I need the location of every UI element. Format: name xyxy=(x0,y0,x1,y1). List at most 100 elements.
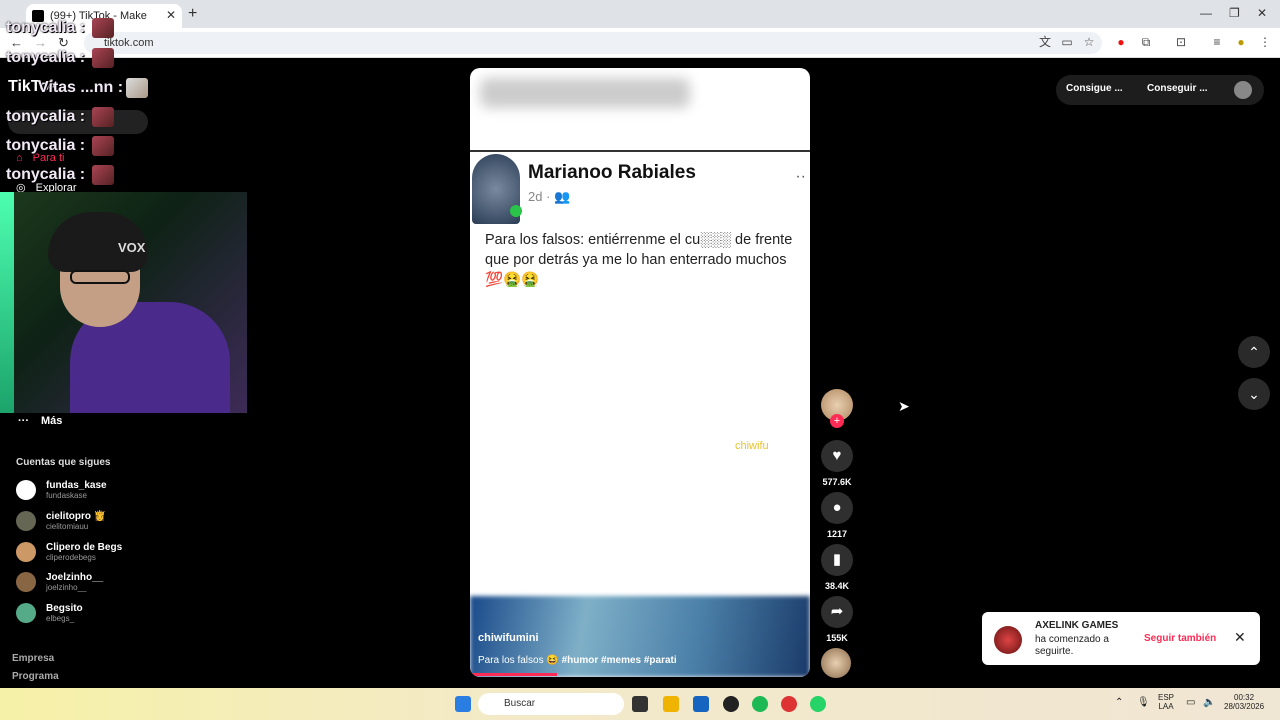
mouse-cursor-icon: ➤ xyxy=(898,398,910,414)
chat-line: tonycalia : xyxy=(6,19,86,36)
lang-indicator[interactable]: ESP LAA xyxy=(1158,693,1174,711)
chat-line: tonycalia : xyxy=(6,137,86,154)
chat-line: tonycalia : xyxy=(6,49,86,66)
cat-emote-icon xyxy=(126,78,148,98)
close-tab-icon[interactable]: ✕ xyxy=(166,8,176,22)
close-window-button[interactable]: ✕ xyxy=(1257,6,1267,20)
obs-icon[interactable] xyxy=(723,696,739,712)
avatar xyxy=(16,480,36,500)
like-button[interactable]: ♥ xyxy=(821,440,853,472)
network-icon[interactable]: ▭ xyxy=(1186,697,1195,708)
minimize-button[interactable]: — xyxy=(1200,6,1212,20)
forward-button[interactable]: → xyxy=(34,35,47,50)
browser-tabbar: (99+) TikTok - Make Your D ✕ + — ❐ ✕ xyxy=(0,0,1280,28)
bookmark-star-icon[interactable]: ☆ xyxy=(1082,35,1096,49)
music-disc[interactable] xyxy=(821,648,851,678)
profile-icon[interactable]: ● xyxy=(1234,35,1248,49)
comment-count: 1217 xyxy=(826,529,848,539)
emote-icon xyxy=(92,107,114,127)
like-count: 577.6K xyxy=(822,477,852,487)
store-icon[interactable] xyxy=(693,696,709,712)
windows-start-icon[interactable] xyxy=(455,696,471,712)
share-button[interactable]: ➦ xyxy=(821,596,853,628)
next-video-button[interactable]: ⌄ xyxy=(1238,378,1270,410)
chat-line: tonycalia : xyxy=(6,108,86,125)
chevron-down-icon: ⌄ xyxy=(1248,386,1260,402)
restore-button[interactable]: ❐ xyxy=(1229,6,1240,20)
avatar xyxy=(16,511,36,531)
emote-icon xyxy=(92,18,114,38)
bookmark-icon: ▮ xyxy=(832,551,842,568)
video-progress-bar[interactable] xyxy=(472,673,557,676)
user-avatar[interactable] xyxy=(1234,81,1252,99)
task-view-icon[interactable] xyxy=(632,696,648,712)
emote-icon xyxy=(92,136,114,156)
opera-icon[interactable]: ● xyxy=(1114,35,1128,49)
followed-account[interactable]: Clipero de Begs cliperodebegs xyxy=(16,542,122,562)
footer-link[interactable]: Programa xyxy=(12,671,59,682)
divider xyxy=(470,150,810,152)
share-count: 155K xyxy=(826,633,848,643)
heart-icon: ♥ xyxy=(832,447,842,464)
translate-icon[interactable]: 文 xyxy=(1038,35,1052,49)
follow-notification: AXELINK GAMES ha comenzado a seguirte. S… xyxy=(982,612,1260,665)
video-username[interactable]: chiwifumini xyxy=(478,632,539,644)
share-icon: ➦ xyxy=(830,603,844,620)
new-tab-button[interactable]: + xyxy=(188,5,197,23)
post-text: Para los falsos: entiérrenme el cu░░░ de… xyxy=(485,232,793,288)
footer-link[interactable]: Empresa xyxy=(12,653,54,664)
save-button[interactable]: ▮ xyxy=(821,544,853,576)
opera-gx-icon[interactable] xyxy=(781,696,797,712)
avatar xyxy=(16,572,36,592)
save-count: 38.4K xyxy=(824,581,850,591)
more-icon: ··· xyxy=(18,415,29,427)
following-header: Cuentas que sigues xyxy=(16,457,111,468)
get-app-button[interactable]: Conseguir ... xyxy=(1147,83,1208,94)
follow-back-button[interactable]: Seguir también xyxy=(1144,633,1216,644)
address-bar-area: ← → ↻ tiktok.com 文 ▭ ☆ ● ⧉ ⊡ ≡ ● ⋮ xyxy=(0,28,1280,58)
post-meta: 2d · 👥 xyxy=(528,189,571,204)
taskbar-search[interactable]: Buscar xyxy=(478,693,624,715)
chat-line: Vitas ...nn : xyxy=(38,79,124,96)
close-icon[interactable]: ✕ xyxy=(1234,629,1246,646)
hashtags[interactable]: #humor #memes #parati xyxy=(562,655,677,666)
spotify-icon[interactable] xyxy=(752,696,768,712)
followed-account[interactable]: Joelzinho__ joelzinho__ xyxy=(16,572,103,592)
url-input[interactable]: tiktok.com xyxy=(84,32,1102,54)
followed-account[interactable]: cielitopro 👸 cielitomiauu xyxy=(16,511,106,531)
online-dot xyxy=(510,205,522,217)
followed-account[interactable]: Begsito elbegs_ xyxy=(16,603,83,623)
get-coins-button[interactable]: Consigue ... xyxy=(1066,83,1123,94)
back-button[interactable]: ← xyxy=(10,35,23,50)
video-player[interactable]: Marianoo Rabiales 2d · 👥 ·· Para los fal… xyxy=(470,68,810,677)
comment-icon: ● xyxy=(832,499,842,516)
chair-brand: VOX xyxy=(118,240,146,255)
comment-button[interactable]: ● xyxy=(821,492,853,524)
cast-icon[interactable]: ▭ xyxy=(1060,35,1074,49)
follow-plus-button[interactable]: + xyxy=(830,414,844,428)
file-explorer-icon[interactable] xyxy=(663,696,679,712)
blurred-header xyxy=(480,78,690,108)
menu-icon[interactable]: ⋮ xyxy=(1258,35,1272,49)
webcam-overlay: VOX xyxy=(0,192,247,413)
tray-chevron-icon[interactable]: ⌃ xyxy=(1115,697,1123,708)
media-icon[interactable]: ≡ xyxy=(1210,35,1224,49)
chevron-up-icon: ⌃ xyxy=(1248,344,1260,360)
whatsapp-icon[interactable] xyxy=(810,696,826,712)
streamer-glasses xyxy=(70,270,130,284)
emote-icon xyxy=(92,165,114,185)
clock[interactable]: 00:32 28/03/2026 xyxy=(1224,693,1264,711)
mic-icon[interactable]: 🎙 xyxy=(1137,697,1150,708)
notification-message: ha comenzado a seguirte. xyxy=(1035,634,1109,657)
notification-title: AXELINK GAMES xyxy=(1035,620,1119,631)
avatar xyxy=(16,542,36,562)
volume-icon[interactable]: 🔈 xyxy=(1203,697,1215,708)
extensions-icon[interactable]: ⧉ xyxy=(1139,35,1153,49)
nav-mas[interactable]: ··· Más xyxy=(18,415,62,427)
previous-video-button[interactable]: ⌃ xyxy=(1238,336,1270,368)
notification-avatar xyxy=(994,626,1022,654)
avatar xyxy=(16,603,36,623)
vpn-icon[interactable]: ⊡ xyxy=(1174,35,1188,49)
post-more-icon: ·· xyxy=(795,168,806,185)
followed-account[interactable]: fundas_kase fundaskase xyxy=(16,480,107,500)
